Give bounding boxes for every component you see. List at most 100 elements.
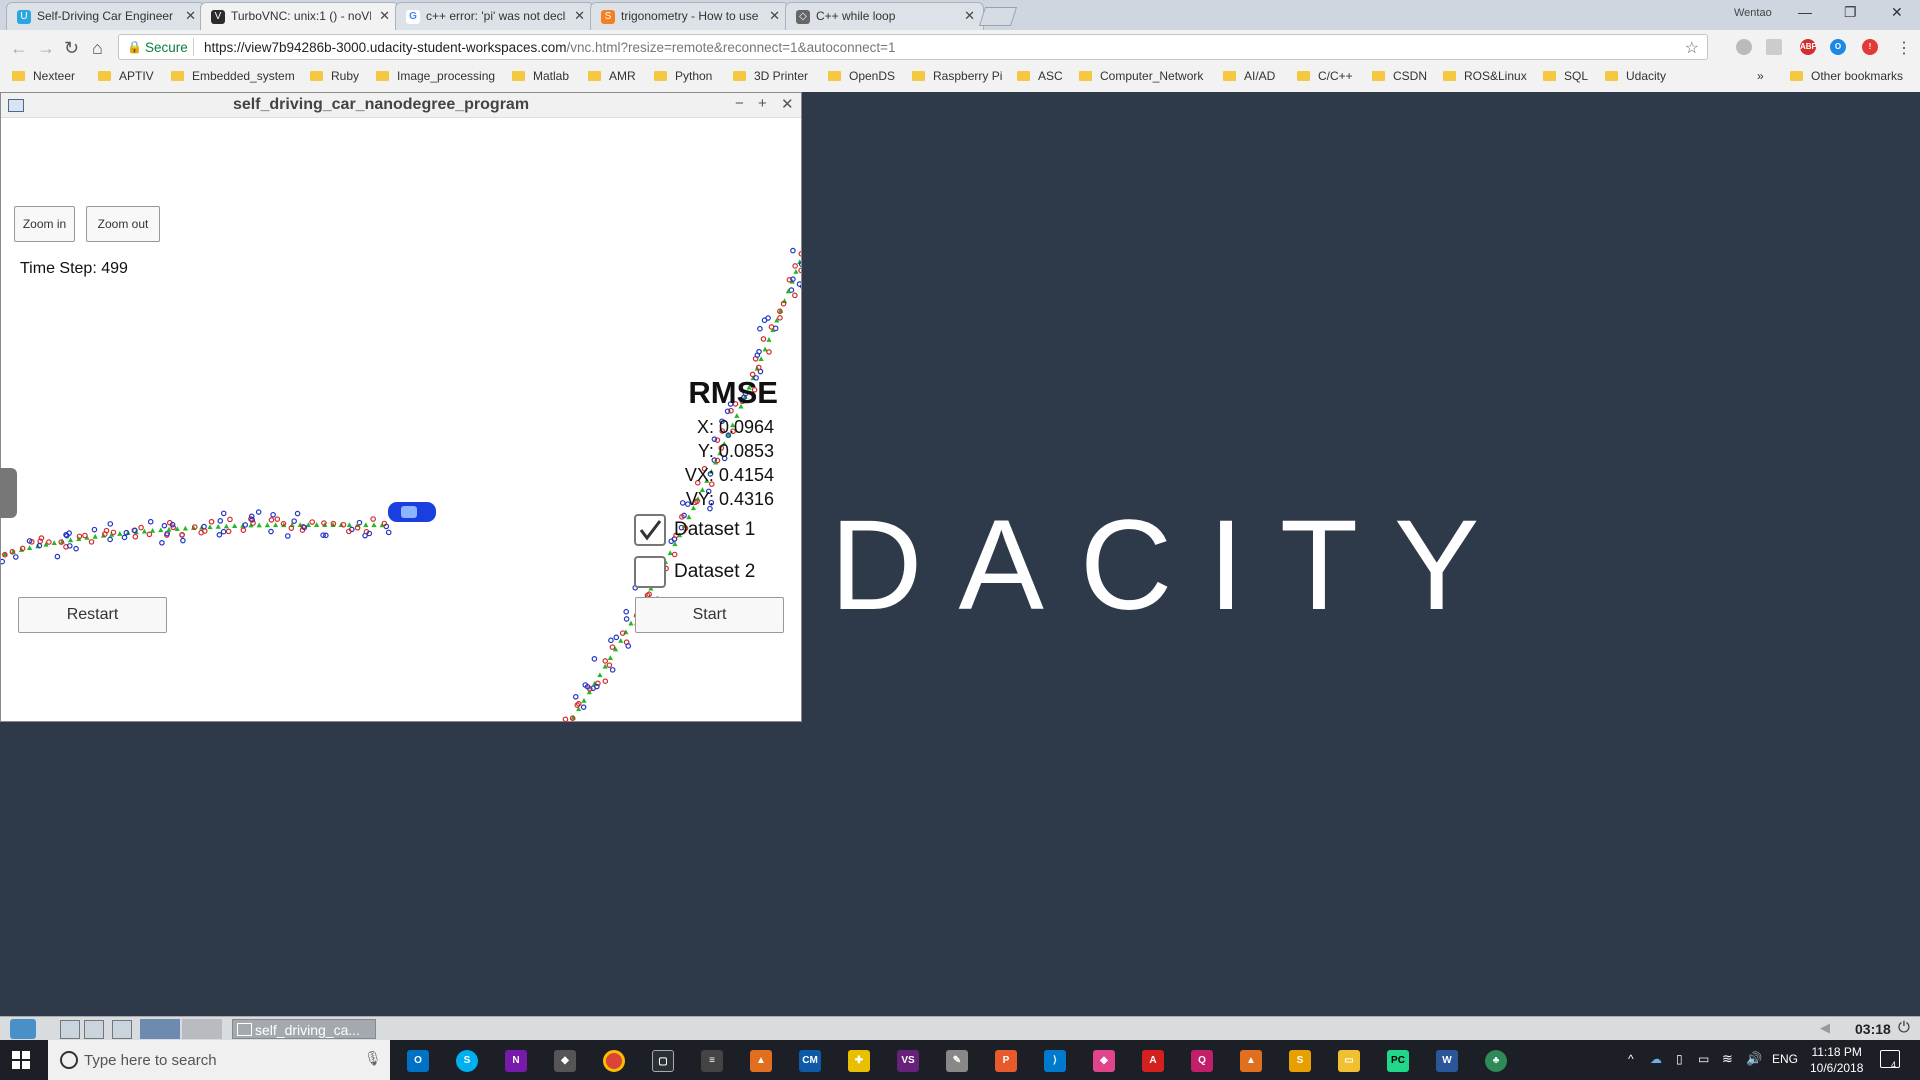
taskbar-search-box[interactable]: Type here to search 🎙 — [48, 1040, 390, 1080]
onedrive-icon[interactable]: ☁ — [1650, 1052, 1662, 1066]
acrobat-icon[interactable]: A — [1142, 1050, 1164, 1072]
file-explorer-icon[interactable]: ▭ — [1338, 1050, 1360, 1072]
home-icon[interactable]: ⌂ — [92, 38, 103, 59]
cm-icon[interactable]: CM — [799, 1050, 821, 1072]
bookmark-item[interactable]: Computer_Network — [1079, 69, 1203, 89]
wifi-icon[interactable]: ≋ — [1722, 1051, 1733, 1067]
bookmark-item[interactable]: APTIV — [98, 69, 154, 89]
tab-cpp-error[interactable]: G c++ error: 'pi' was not declared ✕ — [395, 2, 594, 30]
extension-icon[interactable] — [1766, 39, 1782, 55]
chrome-icon[interactable] — [603, 1050, 625, 1072]
matlab-icon[interactable]: ▲ — [1240, 1050, 1262, 1072]
volume-icon[interactable]: ◀ — [1820, 1020, 1830, 1036]
language-indicator[interactable]: ENG — [1772, 1052, 1798, 1066]
pycharm-icon[interactable]: PC — [1387, 1050, 1409, 1072]
bookmark-item[interactable]: Image_processing — [376, 69, 495, 89]
workspace-2[interactable] — [182, 1019, 222, 1039]
volume-icon[interactable]: 🔊 — [1746, 1051, 1762, 1067]
windows-start-icon[interactable] — [12, 1051, 30, 1069]
bookmark-item[interactable]: SQL — [1543, 69, 1588, 89]
microphone-icon[interactable]: 🎙 — [364, 1050, 382, 1067]
tab-trigonometry[interactable]: S trigonometry - How to use ✕ — [590, 2, 789, 30]
bookmarks-overflow[interactable]: » — [1757, 69, 1764, 89]
app-icon[interactable]: ≡ — [701, 1050, 723, 1072]
novnc-control-bar-handle[interactable] — [0, 468, 17, 518]
matlab-icon[interactable]: ▲ — [750, 1050, 772, 1072]
zoom-out-button[interactable]: Zoom out — [86, 206, 160, 242]
app-icon[interactable]: ✚ — [848, 1050, 870, 1072]
bookmark-item[interactable]: 3D Printer — [733, 69, 808, 89]
vnc-viewport[interactable]: DACITY self_driving_car_nanodegree_progr… — [0, 92, 1920, 1020]
tab-while-loop[interactable]: ◇ C++ while loop ✕ — [785, 2, 984, 30]
outlook-icon[interactable]: O — [407, 1050, 429, 1072]
dataset2-checkbox[interactable] — [634, 556, 666, 588]
restore-icon[interactable]: ❐ — [1844, 4, 1857, 21]
bookmark-item[interactable]: AI/AD — [1223, 69, 1275, 89]
bookmark-item[interactable]: AMR — [588, 69, 636, 89]
adblock-icon[interactable]: ABP — [1800, 39, 1817, 55]
bookmark-item[interactable]: ROS&Linux — [1443, 69, 1527, 89]
minimize-icon[interactable]: — — [1798, 4, 1812, 20]
close-icon[interactable]: ✕ — [379, 8, 390, 24]
tab-turbovnc[interactable]: V TurboVNC: unix:1 () - noVNC ✕ — [200, 2, 399, 30]
bookmark-item[interactable]: C/C++ — [1297, 69, 1353, 89]
back-icon[interactable]: ← — [10, 38, 28, 59]
app-icon[interactable]: ◆ — [554, 1050, 576, 1072]
close-window-icon[interactable]: ✕ — [1891, 4, 1903, 21]
close-icon[interactable]: ✕ — [769, 8, 780, 24]
bookmark-item[interactable]: ASC — [1017, 69, 1063, 89]
close-icon[interactable]: ✕ — [574, 8, 585, 24]
bookmark-item[interactable]: CSDN — [1372, 69, 1427, 89]
reload-icon[interactable]: ↻ — [64, 38, 79, 59]
app-icon[interactable]: ◆ — [1093, 1050, 1115, 1072]
power-icon[interactable]: ⏻ — [1898, 1019, 1910, 1036]
browser-icon[interactable] — [112, 1020, 132, 1039]
bookmark-item[interactable]: OpenDS — [828, 69, 895, 89]
taskbar-clock[interactable]: 11:18 PM 10/6/2018 — [1810, 1044, 1863, 1076]
bookmark-item[interactable]: Ruby — [310, 69, 359, 89]
extension-icon[interactable] — [1736, 39, 1752, 55]
word-icon[interactable]: W — [1436, 1050, 1458, 1072]
clover-icon[interactable]: ♣ — [1485, 1050, 1507, 1072]
address-bar[interactable]: 🔒 Secure https://view7b94286b-3000.udaci… — [118, 34, 1708, 60]
close-icon[interactable]: ✕ — [964, 8, 975, 24]
bookmark-item[interactable]: Nexteer — [12, 69, 75, 89]
bookmark-item[interactable]: Udacity — [1605, 69, 1666, 89]
bookmark-item[interactable]: Python — [654, 69, 712, 89]
notepad-icon[interactable]: ✎ — [946, 1050, 968, 1072]
restart-button[interactable]: Restart — [18, 597, 167, 633]
terminal-icon[interactable] — [60, 1020, 80, 1039]
network-icon[interactable] — [84, 1020, 104, 1039]
bookmark-item[interactable]: Raspberry Pi — [912, 69, 1002, 89]
new-tab-button[interactable] — [978, 7, 1018, 26]
action-center-icon[interactable] — [1880, 1050, 1900, 1068]
close-icon[interactable]: ✕ — [185, 8, 196, 24]
other-bookmarks[interactable]: Other bookmarks — [1790, 69, 1903, 89]
virtualbox-icon[interactable]: ▢ — [652, 1050, 674, 1072]
battery-icon[interactable]: ▭ — [1698, 1052, 1709, 1066]
onenote-icon[interactable]: N — [505, 1050, 527, 1072]
show-hidden-icons[interactable]: ^ — [1628, 1052, 1634, 1066]
workspace-1[interactable] — [140, 1019, 180, 1039]
app-icon[interactable]: P — [995, 1050, 1017, 1072]
url-text[interactable]: https://view7b94286b-3000.udacity-studen… — [204, 40, 896, 55]
bookmark-item[interactable]: Matlab — [512, 69, 569, 89]
usb-icon[interactable]: ▯ — [1676, 1052, 1683, 1066]
tab-self-driving[interactable]: U Self-Driving Car Engineer ✕ — [6, 2, 205, 30]
skype-icon[interactable]: S — [456, 1050, 478, 1072]
forward-icon[interactable]: → — [37, 38, 55, 59]
dataset1-checkbox[interactable] — [634, 514, 666, 546]
extension-icon[interactable]: O — [1830, 39, 1846, 55]
vscode-icon[interactable]: ⟩ — [1044, 1050, 1066, 1072]
vnc-menu-icon[interactable] — [10, 1019, 36, 1039]
bookmark-item[interactable]: Embedded_system — [171, 69, 295, 89]
taskbar-window-button[interactable]: self_driving_ca... — [232, 1019, 376, 1039]
extension-icon[interactable]: ! — [1862, 39, 1878, 55]
start-button[interactable]: Start — [635, 597, 784, 633]
visual-studio-icon[interactable]: VS — [897, 1050, 919, 1072]
bookmark-star-icon[interactable]: ☆ — [1685, 38, 1699, 58]
sublime-icon[interactable]: S — [1289, 1050, 1311, 1072]
app-icon[interactable]: Q — [1191, 1050, 1213, 1072]
zoom-in-button[interactable]: Zoom in — [14, 206, 75, 242]
profile-name[interactable]: Wentao — [1734, 7, 1772, 19]
